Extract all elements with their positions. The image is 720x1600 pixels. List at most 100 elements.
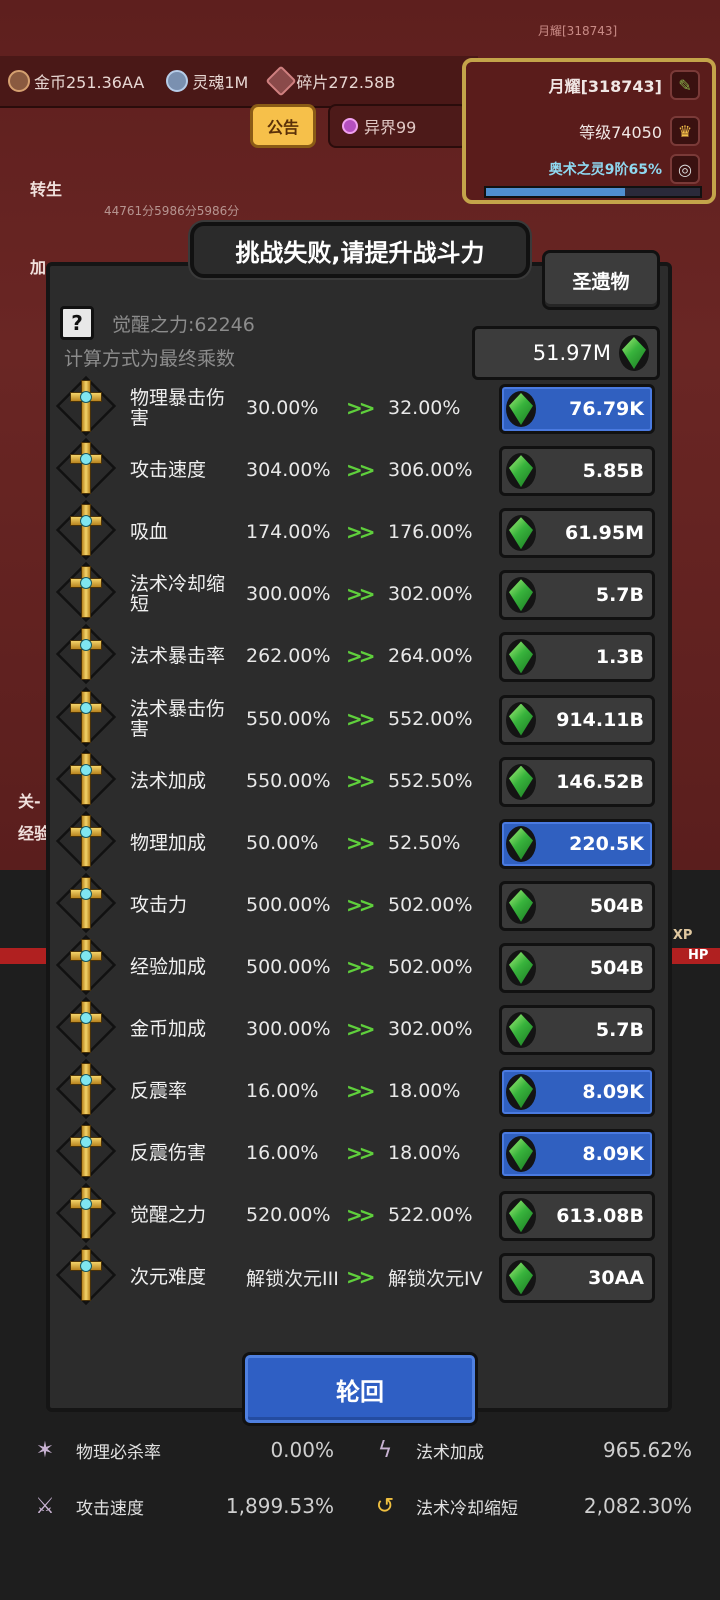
arcane-row: 奥术之灵9阶65% ◎: [549, 154, 700, 184]
upgrade-name: 法术暴击伤害: [130, 697, 226, 740]
upgrade-name: 攻击速度: [130, 459, 207, 482]
golden-cross-icon: [66, 999, 106, 1055]
upgrade-cost-button[interactable]: 30AA: [499, 1253, 655, 1304]
golden-cross-icon: [66, 564, 106, 620]
stat-value: 0.00%: [270, 1438, 334, 1462]
upgrade-row: 吸血 174.00% >> 176.00% 61.95M: [55, 500, 666, 562]
cost-value: 5.85B: [582, 460, 644, 483]
arcane-label: 奥术之灵9阶65%: [548, 162, 662, 178]
currency-balance: 51.97M: [472, 326, 660, 380]
current-value: 300.00%: [246, 583, 331, 606]
gold-coin-icon: [8, 70, 30, 92]
arcane-progress-bar: [484, 186, 702, 198]
current-value: 30.00%: [246, 397, 319, 419]
green-crystal-icon: [506, 1074, 536, 1111]
hp-tag: HP: [688, 948, 709, 963]
current-value: 174.00%: [246, 521, 331, 544]
rebirth-label[interactable]: 转生: [30, 176, 62, 200]
upgrade-cost-button[interactable]: 5.7B: [499, 1005, 655, 1055]
double-arrow-icon: >>: [346, 582, 375, 607]
cost-value: 5.7B: [595, 584, 644, 607]
current-value: 300.00%: [246, 1018, 331, 1040]
reincarnate-button[interactable]: 轮回: [242, 1352, 478, 1426]
stat-label: 物理必杀率: [76, 1442, 161, 1463]
green-crystal-icon: [506, 577, 536, 614]
double-arrow-icon: >>: [346, 954, 375, 979]
resource-bar: 金币251.36AA 灵魂1M 碎片272.58B: [0, 56, 478, 108]
realm-icon: [342, 118, 358, 134]
double-arrow-icon: >>: [346, 1265, 375, 1290]
stat-value: 2,082.30%: [583, 1494, 692, 1518]
awaken-power: 觉醒之力:62246: [112, 314, 255, 336]
upgrade-cost-button[interactable]: 5.85B: [499, 446, 655, 497]
next-value: 306.00%: [388, 459, 473, 482]
cost-value: 30AA: [588, 1267, 644, 1290]
next-value: 302.00%: [388, 1018, 473, 1040]
upgrade-cost-button[interactable]: 504B: [499, 880, 655, 931]
side-label[interactable]: 加: [30, 254, 46, 278]
soul-icon: [166, 70, 189, 92]
upgrade-row: 攻击速度 304.00% >> 306.00% 5.85B: [55, 437, 666, 500]
relic-button[interactable]: 圣遗物: [542, 250, 660, 310]
double-arrow-icon: >>: [346, 1079, 375, 1104]
upgrade-name: 攻击力: [130, 893, 188, 916]
shard-amount: 碎片272.58B: [296, 73, 396, 92]
upgrade-row: 法术暴击率 262.00% >> 264.00% 1.3B: [55, 624, 666, 686]
green-crystal-icon: [619, 335, 649, 371]
upgrade-row: 经验加成 500.00% >> 502.00% 504B: [55, 934, 666, 997]
stat-row: ⚔ 攻击速度 1,899.53%: [28, 1482, 334, 1530]
cost-value: 504B: [589, 894, 644, 917]
upgrade-cost-button[interactable]: 8.09K: [499, 1067, 655, 1118]
upgrade-cost-button[interactable]: 914.11B: [499, 694, 655, 745]
current-value: 500.00%: [246, 893, 331, 916]
upgrade-row: 觉醒之力 520.00% >> 522.00% 613.08B: [55, 1183, 666, 1245]
notice-button[interactable]: 公告: [250, 104, 316, 148]
help-button[interactable]: ?: [60, 306, 94, 340]
calculation-note: 计算方式为最终乘数: [64, 348, 236, 370]
spiral-icon: ◎: [670, 154, 700, 184]
upgrade-row: 物理暴击伤害 30.00% >> 32.00% 76.79K: [55, 375, 666, 438]
player-name-row: 月耀[318743] ✎: [549, 70, 700, 100]
upgrade-row: 物理加成 50.00% >> 52.50% 220.5K: [55, 810, 666, 873]
cost-value: 8.09K: [582, 1081, 644, 1104]
double-arrow-icon: >>: [346, 1203, 375, 1228]
double-arrow-icon: >>: [346, 768, 375, 793]
upgrade-cost-button[interactable]: 5.7B: [499, 570, 655, 621]
golden-cross-icon: [66, 378, 106, 434]
cost-value: 146.52B: [556, 770, 644, 793]
double-arrow-icon: >>: [346, 520, 375, 545]
upgrade-cost-button[interactable]: 61.95M: [499, 508, 655, 559]
double-arrow-icon: >>: [346, 830, 375, 855]
realm-button[interactable]: 异界99: [328, 104, 468, 148]
golden-cross-icon: [66, 1247, 106, 1303]
golden-cross-icon: [66, 1123, 106, 1179]
upgrade-cost-button[interactable]: 220.5K: [499, 818, 655, 869]
cost-value: 61.95M: [564, 522, 644, 545]
stat-value: 965.62%: [603, 1438, 692, 1462]
upgrade-cost-button[interactable]: 613.08B: [499, 1191, 655, 1242]
upgrade-cost-button[interactable]: 76.79K: [499, 384, 655, 434]
arcane-progress-fill: [486, 188, 626, 196]
next-value: 552.00%: [388, 707, 473, 730]
golden-cross-icon: [66, 751, 106, 807]
upgrade-cost-button[interactable]: 8.09K: [499, 1129, 655, 1180]
stat-label: 攻击速度: [76, 1498, 144, 1519]
green-crystal-icon: [506, 1012, 536, 1048]
upgrade-name: 经验加成: [130, 955, 207, 978]
player-panel[interactable]: 月耀[318743] ✎ 等级74050 ♛ 奥术之灵9阶65% ◎: [462, 58, 716, 204]
upgrade-cost-button[interactable]: 1.3B: [499, 632, 655, 683]
double-arrow-icon: >>: [346, 892, 375, 917]
upgrade-cost-button[interactable]: 504B: [499, 942, 655, 993]
green-crystal-icon: [506, 1198, 536, 1235]
green-crystal-icon: [506, 949, 536, 986]
next-value: 264.00%: [388, 645, 473, 668]
upgrade-name: 法术冷却缩短: [130, 573, 226, 616]
player-level: 等级74050: [579, 123, 662, 142]
golden-cross-icon: [66, 1061, 106, 1117]
green-crystal-icon: [506, 639, 536, 676]
current-value: 262.00%: [246, 645, 331, 668]
score-text: 44761分5986分5986分: [104, 204, 240, 218]
upgrade-cost-button[interactable]: 146.52B: [499, 756, 655, 807]
next-value: 52.50%: [388, 831, 461, 854]
stat-row: ↺ 法术冷却缩短 2,082.30%: [368, 1482, 692, 1530]
